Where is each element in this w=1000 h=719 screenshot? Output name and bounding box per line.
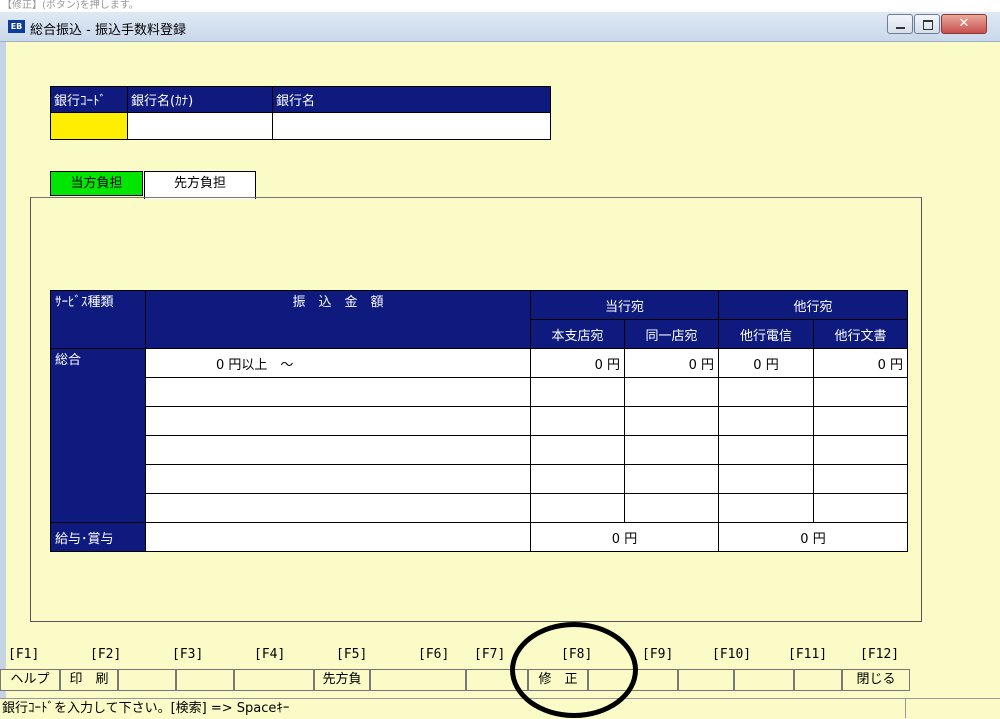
fee-cell[interactable] xyxy=(624,493,719,523)
fkey-label: [F4] xyxy=(254,647,286,662)
modify-button[interactable]: 修 正 xyxy=(528,669,588,691)
fkey-label: [F10] xyxy=(712,647,752,662)
amount-cell[interactable] xyxy=(145,464,531,494)
fee-cell[interactable]: 0 円 xyxy=(624,348,719,378)
f9-button[interactable] xyxy=(588,669,678,691)
fee-cell[interactable] xyxy=(530,464,625,494)
fee-cell[interactable] xyxy=(718,377,814,407)
amount-header: 振 込 金 額 xyxy=(145,290,531,349)
fee-cell[interactable] xyxy=(530,493,625,523)
tab-our-side-burden[interactable]: 当方負担 xyxy=(50,171,143,196)
fee-cell[interactable] xyxy=(813,377,908,407)
payee-burden-button[interactable]: 先方負 xyxy=(314,669,370,691)
fkey-label: [F6] xyxy=(418,647,450,662)
fee-cell[interactable] xyxy=(718,464,814,494)
tab-payee-burden[interactable]: 先方負担 xyxy=(144,171,256,199)
status-bar: 銀行ｺｰﾄﾞを入力して下さい。[検索] => Spaceｷｰ xyxy=(0,698,905,718)
f3-button[interactable] xyxy=(118,669,176,691)
bank-kana-field xyxy=(127,112,273,140)
print-button[interactable]: 印 刷 xyxy=(60,669,118,691)
bank-kana-header: 銀行名(ｶﾅ) xyxy=(127,86,273,113)
window-left-border xyxy=(0,42,6,702)
fkey-label: [F7] xyxy=(474,647,506,662)
fkey-label: [F12] xyxy=(860,647,900,662)
title-bar: EB 総合振込 - 振込手数料登録 ✕ xyxy=(0,12,1000,42)
fee-cell[interactable] xyxy=(813,464,908,494)
amount-cell[interactable] xyxy=(145,435,531,465)
bank-table: 銀行ｺｰﾄﾞ 銀行名(ｶﾅ) 銀行名 xyxy=(50,86,551,140)
fee-cell[interactable]: 0 円 xyxy=(530,348,625,378)
instruction-fragment: 【修正】(ボタン)を押します。 xyxy=(0,0,1000,12)
fkey-label: [F5] xyxy=(336,647,368,662)
fee-cell[interactable] xyxy=(718,406,814,436)
fkey-label: [F8] xyxy=(561,647,593,662)
f4b-button[interactable] xyxy=(234,669,314,691)
fee-cell[interactable] xyxy=(624,377,719,407)
row-general-label: 総合 xyxy=(50,348,146,523)
help-button[interactable]: ヘルプ xyxy=(0,669,60,691)
fee-cell[interactable] xyxy=(813,493,908,523)
bank-name-header: 銀行名 xyxy=(272,86,551,113)
sub-header-same-branch: 同一店宛 xyxy=(624,319,719,349)
f11b-button[interactable] xyxy=(794,669,842,691)
window-title: 総合振込 - 振込手数料登録 xyxy=(30,23,186,38)
function-key-buttons: ヘルプ 印 刷 先方負 修 正 閉じる xyxy=(0,669,1000,691)
fee-cell[interactable] xyxy=(718,435,814,465)
f6-button[interactable] xyxy=(370,669,466,691)
amount-cell[interactable] xyxy=(145,377,531,407)
fee-cell[interactable] xyxy=(530,406,625,436)
bank-name-field xyxy=(272,112,551,140)
fkey-label: [F1] xyxy=(8,647,40,662)
fee-cell[interactable]: 0 円 xyxy=(813,348,908,378)
sub-header-other-document: 他行文書 xyxy=(813,319,908,349)
fkey-label: [F2] xyxy=(90,647,122,662)
fee-cell[interactable] xyxy=(624,464,719,494)
f7-button[interactable] xyxy=(466,669,528,691)
f10-button[interactable] xyxy=(678,669,734,691)
row-salary-label: 給与･賞与 xyxy=(50,522,146,552)
fee-cell[interactable] xyxy=(624,406,719,436)
fee-cell[interactable] xyxy=(530,435,625,465)
minimize-button[interactable] xyxy=(887,14,913,34)
same-bank-header: 当行宛 xyxy=(530,290,719,320)
amount-cell xyxy=(145,522,531,552)
close-icon: ✕ xyxy=(958,16,970,31)
f4-button[interactable] xyxy=(176,669,234,691)
fee-cell[interactable] xyxy=(624,435,719,465)
other-bank-header: 他行宛 xyxy=(718,290,908,320)
fkey-label: [F9] xyxy=(642,647,674,662)
close-button[interactable]: ✕ xyxy=(941,14,987,34)
fee-cell[interactable] xyxy=(813,406,908,436)
amount-cell[interactable] xyxy=(145,406,531,436)
app-logo-icon: EB xyxy=(8,20,25,33)
fkey-label: [F3] xyxy=(172,647,204,662)
status-bar-panel xyxy=(905,698,1000,718)
amount-cell[interactable]: 0 円以上 ～ xyxy=(145,348,531,378)
bank-code-input[interactable] xyxy=(50,112,128,140)
service-type-header: ｻｰﾋﾞｽ種類 xyxy=(50,290,146,349)
fee-cell[interactable]: 0 円 xyxy=(718,348,814,378)
fkey-label: [F11] xyxy=(788,647,828,662)
salary-other-bank-fee[interactable]: 0 円 xyxy=(718,522,908,552)
fee-table: ｻｰﾋﾞｽ種類 振 込 金 額 当行宛 他行宛 本支店宛 同一店宛 他行電信 他… xyxy=(50,290,908,552)
amount-cell[interactable] xyxy=(145,493,531,523)
salary-same-bank-fee[interactable]: 0 円 xyxy=(530,522,719,552)
close-window-button[interactable]: 閉じる xyxy=(842,669,910,691)
fee-cell[interactable] xyxy=(530,377,625,407)
sub-header-branch: 本支店宛 xyxy=(530,319,625,349)
bank-code-header: 銀行ｺｰﾄﾞ xyxy=(50,86,128,113)
fee-cell[interactable] xyxy=(813,435,908,465)
sub-header-other-telegraph: 他行電信 xyxy=(718,319,814,349)
fee-cell[interactable] xyxy=(718,493,814,523)
maximize-button[interactable] xyxy=(914,14,940,34)
f11-button[interactable] xyxy=(734,669,794,691)
